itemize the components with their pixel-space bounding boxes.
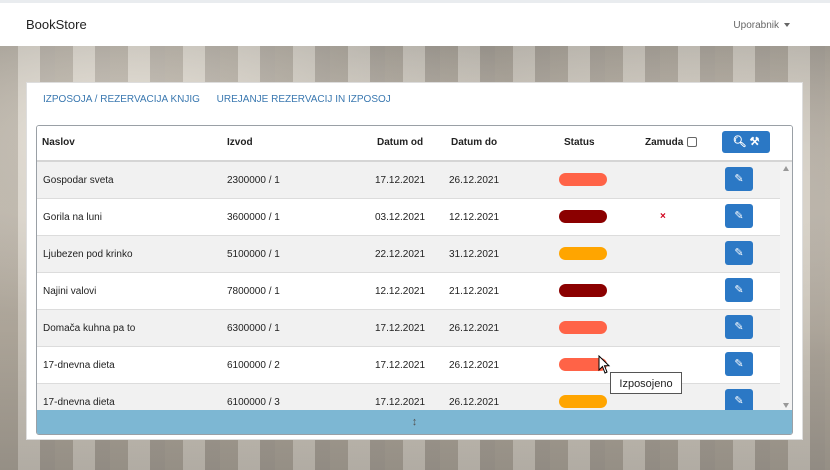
col-delay-label: Zamuda — [645, 137, 684, 148]
cell-copy: 6300000 / 1 — [227, 323, 280, 334]
edit-button[interactable]: ✎ — [725, 241, 753, 265]
pencil-icon: ✎ — [734, 321, 744, 333]
chevron-down-icon — [784, 23, 790, 28]
status-tooltip: Izposojeno — [610, 372, 682, 394]
cell-copy: 5100000 / 1 — [227, 249, 280, 260]
edit-button[interactable]: ✎ — [725, 204, 753, 228]
cell-date-to: 21.12.2021 — [449, 286, 500, 297]
cell-title: Domača kuhna pa to — [43, 323, 136, 334]
cell-date-from: 22.12.2021 — [375, 249, 426, 260]
delay-x-icon: × — [660, 211, 666, 222]
pencil-icon: ✎ — [734, 395, 744, 407]
status-badge[interactable] — [559, 173, 607, 186]
mouse-cursor-icon — [598, 355, 611, 374]
cell-date-to: 26.12.2021 — [449, 360, 500, 371]
edit-button[interactable]: ✎ — [725, 352, 753, 376]
tab-edit-reservations[interactable]: UREJANJE REZERVACIJ IN IZPOSOJ — [217, 94, 391, 105]
pencil-icon: ✎ — [734, 210, 744, 222]
scroll-down-icon[interactable] — [783, 403, 789, 408]
cell-date-from: 12.12.2021 — [375, 286, 426, 297]
cell-date-to: 26.12.2021 — [449, 323, 500, 334]
cell-date-to: 26.12.2021 — [449, 397, 500, 408]
cell-title: Ljubezen pod krinko — [43, 249, 133, 260]
col-status[interactable]: Status — [564, 137, 595, 148]
delay-filter-checkbox[interactable] — [687, 137, 698, 148]
table-row[interactable]: Najini valovi 7800000 / 1 12.12.2021 21.12.… — [37, 273, 792, 310]
tab-borrow-reserve[interactable]: IZPOSOJA / REZERVACIJA KNJIG — [43, 94, 200, 105]
cell-date-from: 17.12.2021 — [375, 397, 426, 408]
hammer-icon: ⚒ — [749, 136, 760, 148]
cell-date-to: 26.12.2021 — [449, 175, 500, 186]
edit-button[interactable]: ✎ — [725, 315, 753, 339]
col-delay: Zamuda — [645, 137, 698, 148]
cell-title: Najini valovi — [43, 286, 97, 297]
edit-button[interactable]: ✎ — [725, 278, 753, 302]
table-row[interactable]: Gospodar sveta 2300000 / 1 17.12.2021 26.12… — [37, 162, 792, 199]
cell-date-from: 17.12.2021 — [375, 175, 426, 186]
col-copy[interactable]: Izvod — [227, 137, 253, 148]
cell-title: 17-dnevna dieta — [43, 360, 115, 371]
pencil-icon: ✎ — [734, 173, 744, 185]
main-card: IZPOSOJA / REZERVACIJA KNJIG UREJANJE RE… — [26, 82, 803, 440]
status-badge[interactable] — [559, 247, 607, 260]
table-row[interactable]: Gorila na luni 3600000 / 1 03.12.2021 12.12… — [37, 199, 792, 236]
col-date-to[interactable]: Datum do — [451, 137, 497, 148]
search-icon: 🔍︎ — [732, 136, 747, 148]
col-title[interactable]: Naslov — [42, 137, 75, 148]
cell-title: 17-dnevna dieta — [43, 397, 115, 408]
cell-date-to: 31.12.2021 — [449, 249, 500, 260]
status-badge[interactable] — [559, 321, 607, 334]
pencil-icon: ✎ — [734, 358, 744, 370]
cell-copy: 3600000 / 1 — [227, 212, 280, 223]
cell-date-from: 17.12.2021 — [375, 360, 426, 371]
cell-copy: 6100000 / 3 — [227, 397, 280, 408]
status-badge[interactable] — [559, 284, 607, 297]
col-date-from[interactable]: Datum od — [377, 137, 423, 148]
cell-title: Gorila na luni — [43, 212, 102, 223]
table-header: Naslov Izvod Datum od Datum do Status Za… — [37, 126, 792, 162]
user-menu-label[interactable]: Uporabnik — [733, 20, 779, 31]
table-row[interactable]: Domača kuhna pa to 6300000 / 1 17.12.2021 2… — [37, 310, 792, 347]
table-row[interactable]: Ljubezen pod krinko 5100000 / 1 22.12.2021… — [37, 236, 792, 273]
tab-bar: IZPOSOJA / REZERVACIJA KNJIG UREJANJE RE… — [43, 94, 405, 105]
brand-logo[interactable]: BookStore — [26, 17, 87, 32]
pencil-icon: ✎ — [734, 284, 744, 296]
resize-handle[interactable]: ↕ — [37, 410, 792, 434]
status-badge[interactable] — [559, 395, 607, 408]
edit-button[interactable]: ✎ — [725, 167, 753, 191]
cell-title: Gospodar sveta — [43, 175, 114, 186]
navbar: BookStore Uporabnik — [0, 0, 830, 46]
cell-date-from: 03.12.2021 — [375, 212, 426, 223]
vertical-scrollbar[interactable] — [780, 162, 792, 412]
status-badge[interactable] — [559, 210, 607, 223]
cell-copy: 7800000 / 1 — [227, 286, 280, 297]
scroll-up-icon[interactable] — [783, 166, 789, 171]
user-menu[interactable]: Uporabnik — [733, 20, 790, 31]
pencil-icon: ✎ — [734, 247, 744, 259]
cell-date-from: 17.12.2021 — [375, 323, 426, 334]
cell-copy: 2300000 / 1 — [227, 175, 280, 186]
cell-copy: 6100000 / 2 — [227, 360, 280, 371]
search-filter-button[interactable]: 🔍︎ ⚒ — [722, 131, 770, 153]
cell-date-to: 12.12.2021 — [449, 212, 500, 223]
